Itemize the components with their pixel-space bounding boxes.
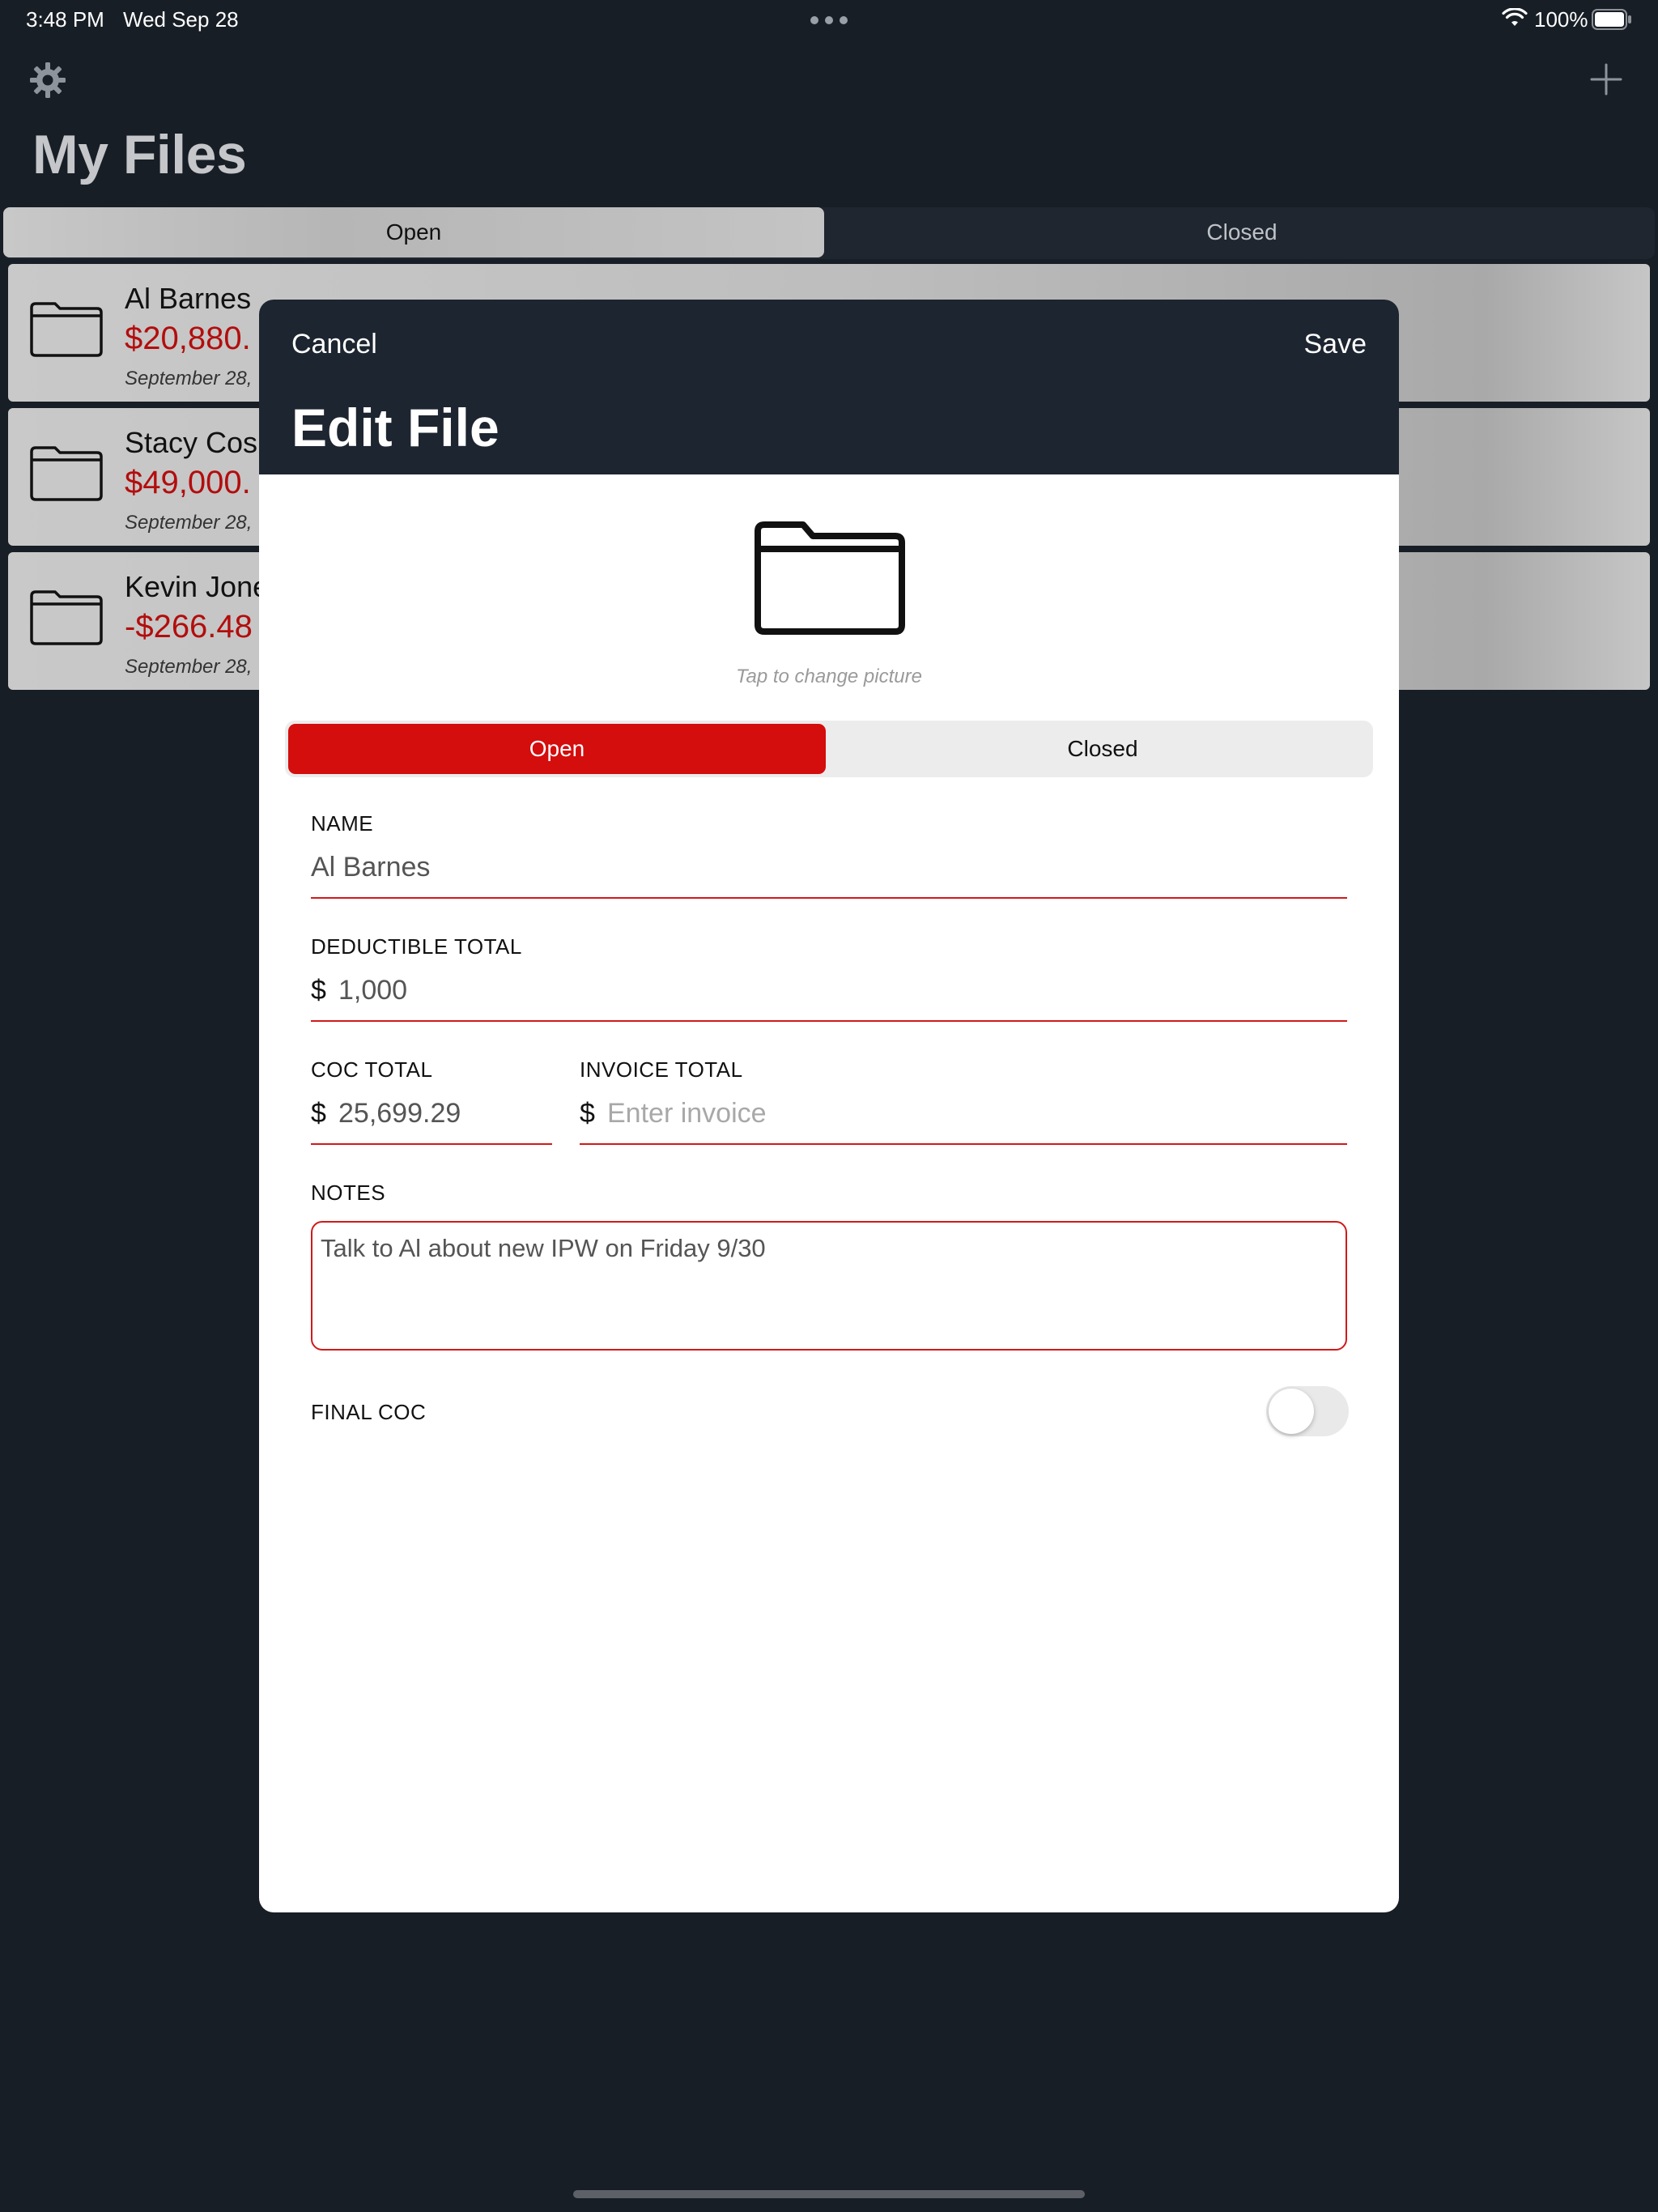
home-indicator[interactable] (573, 2190, 1085, 2198)
segment-closed[interactable]: Closed (835, 724, 1370, 774)
gear-icon[interactable] (29, 62, 66, 99)
coc-currency: $ (311, 1098, 326, 1129)
status-time: 3:48 PM (26, 7, 104, 32)
coc-underline (311, 1143, 552, 1145)
invoice-label: INVOICE TOTAL (580, 1057, 743, 1082)
invoice-currency: $ (580, 1098, 595, 1129)
segment-open[interactable]: Open (288, 724, 826, 774)
folder-icon (30, 590, 103, 645)
segment-closed[interactable]: Closed (829, 207, 1655, 257)
status-segmented-control: Open Closed (285, 721, 1373, 777)
deductible-label: DEDUCTIBLE TOTAL (311, 934, 522, 959)
status-bar: 3:48 PM Wed Sep 28 100% (0, 0, 1658, 39)
file-amount: -$266.48 (125, 609, 253, 644)
file-date: September 28, (125, 368, 253, 389)
invoice-underline (580, 1143, 1347, 1145)
coc-label: COC TOTAL (311, 1057, 433, 1082)
battery-icon (1592, 9, 1631, 30)
final-coc-toggle[interactable] (1266, 1386, 1349, 1436)
battery-percent: 100% (1534, 7, 1588, 32)
file-date: September 28, (125, 512, 253, 534)
file-name: Al Barnes (125, 282, 252, 315)
name-field[interactable]: Al Barnes (311, 852, 430, 883)
notes-label: NOTES (311, 1180, 386, 1205)
name-underline (311, 897, 1347, 899)
file-amount: $20,880. (125, 321, 251, 356)
segment-open[interactable]: Open (3, 207, 824, 257)
folder-icon (30, 302, 103, 357)
file-date: September 28, (125, 656, 253, 678)
final-coc-label: FINAL COC (311, 1400, 427, 1424)
toggle-knob (1269, 1389, 1314, 1434)
deductible-currency: $ (311, 975, 326, 1006)
edit-file-sheet: Cancel Save Edit File Tap to change pict… (259, 300, 1399, 1912)
deductible-field[interactable]: 1,000 (338, 975, 407, 1006)
status-segmented-control: Open Closed (3, 207, 1655, 259)
cancel-button[interactable]: Cancel (291, 329, 377, 360)
file-name: Stacy Cos (125, 426, 258, 459)
deductible-underline (311, 1020, 1347, 1022)
plus-icon[interactable] (1588, 62, 1624, 97)
name-label: NAME (311, 811, 374, 836)
folder-icon[interactable] (753, 520, 907, 638)
folder-icon (30, 446, 103, 501)
wifi-icon (1502, 8, 1528, 26)
change-picture-hint[interactable]: Tap to change picture (259, 666, 1399, 688)
file-name: Kevin Jone (125, 570, 270, 603)
file-amount: $49,000. (125, 465, 251, 500)
page-title: My Files (32, 124, 247, 185)
coc-field[interactable]: 25,699.29 (338, 1098, 461, 1129)
status-date: Wed Sep 28 (123, 7, 239, 32)
multitasking-dots-icon[interactable] (810, 16, 848, 24)
invoice-field[interactable]: Enter invoice (607, 1098, 767, 1129)
sheet-header: Cancel Save Edit File (259, 300, 1399, 474)
sheet-title: Edit File (291, 398, 500, 457)
notes-textarea[interactable]: Talk to Al about new IPW on Friday 9/30 (311, 1221, 1347, 1351)
save-button[interactable]: Save (1304, 329, 1367, 360)
notes-text: Talk to Al about new IPW on Friday 9/30 (321, 1234, 766, 1262)
